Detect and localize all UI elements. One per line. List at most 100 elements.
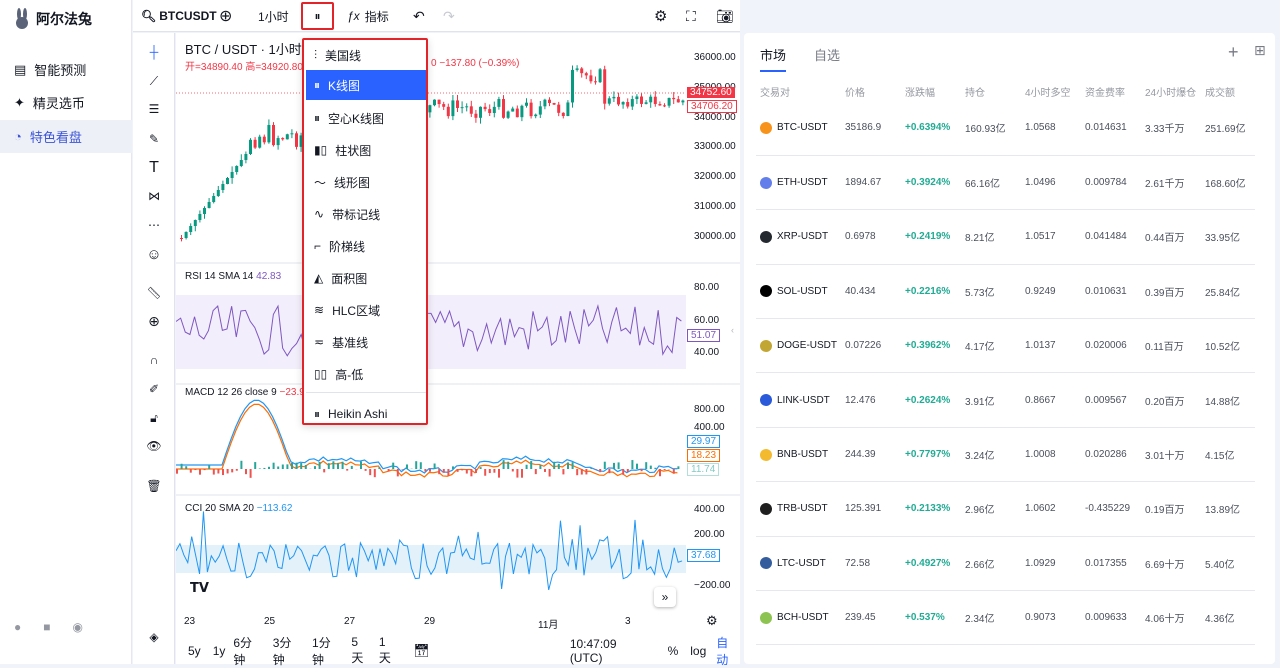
lock-tool[interactable]: 🔓︎ — [142, 406, 166, 430]
collapse-panel-button[interactable]: ‹ — [731, 325, 734, 335]
date-range-button[interactable]: 📅︎ — [413, 643, 430, 659]
column-header[interactable]: 资金费率 — [1081, 81, 1141, 101]
menu-item-high-low[interactable]: ▯▯高-低 — [306, 359, 426, 389]
log-scale-toggle[interactable]: log — [690, 644, 706, 658]
ruler-tool[interactable]: 📏︎ — [142, 281, 166, 305]
macd-histogram-bar — [544, 469, 546, 472]
zoom-tool[interactable]: ⊕ — [142, 309, 166, 333]
column-header[interactable]: 持仓 — [961, 81, 1021, 101]
table-row[interactable]: ETH-USDT1894.67+0.3924%66.16亿1.04960.009… — [756, 155, 1255, 209]
emoji-tool[interactable]: ☺ — [142, 242, 166, 266]
app-logo[interactable]: 阿尔法兔 — [12, 8, 92, 30]
macd-histogram-bar — [277, 466, 279, 469]
nav-item-coin-select[interactable]: ✦精灵选币 — [0, 86, 132, 119]
macd-histogram-bar — [470, 469, 472, 476]
price-tick: 30000.00 — [694, 231, 736, 242]
macd-histogram-bar — [194, 469, 196, 470]
table-row[interactable]: SOL-USDT40.434+0.2216%5.73亿0.92490.01063… — [756, 264, 1255, 318]
cell: 13.89亿 — [1201, 482, 1255, 536]
settings-button[interactable]: ⚙ — [654, 0, 667, 32]
nav-item-prediction[interactable]: ▤智能预测 — [0, 53, 132, 86]
grid-view-button[interactable]: ⊞ — [1254, 42, 1266, 59]
magnet-tool[interactable]: ∩ — [142, 348, 166, 372]
clock-display[interactable]: 10:47:09 (UTC) — [570, 637, 652, 665]
redo-button[interactable]: ↷ — [443, 0, 455, 32]
table-row[interactable]: BCH-USDT239.45+0.537%2.34亿0.90730.009633… — [756, 591, 1255, 645]
github-icon[interactable]: ● — [14, 620, 21, 634]
macd-histogram-bar — [498, 469, 500, 478]
menu-item-hlc-area[interactable]: ≋HLC区域 — [306, 295, 426, 325]
horizontal-lines-tool[interactable]: ☰ — [142, 97, 166, 121]
column-header[interactable]: 交易对 — [756, 81, 841, 101]
chat-icon[interactable]: ■ — [43, 620, 50, 634]
macd-histogram-bar — [227, 469, 229, 473]
lock-drawing-tool[interactable]: ✐ — [142, 377, 166, 401]
chart-settings-button[interactable]: ⚙ — [706, 613, 718, 629]
coin-icon — [760, 340, 772, 352]
chart-canvas[interactable] — [176, 33, 740, 637]
macd-histogram-bar — [530, 461, 532, 469]
menu-item-bars[interactable]: ⫶美国线 — [306, 40, 426, 70]
visibility-tool[interactable]: 👁︎ — [142, 434, 166, 458]
menu-item-line[interactable]: 〜线形图 — [306, 167, 426, 197]
tab-watchlist[interactable]: 自选 — [814, 45, 840, 72]
range-1min[interactable]: 1分钟 — [312, 634, 342, 668]
cell: +0.2216% — [901, 264, 961, 318]
column-header[interactable]: 涨跌幅 — [901, 81, 961, 101]
add-watch-button[interactable]: + — [1228, 42, 1239, 63]
fullscreen-button[interactable]: ⛶ — [686, 0, 696, 32]
nav-item-special-view[interactable]: ◔特色看盘 — [0, 120, 132, 153]
pair-cell: BCH-USDT — [756, 591, 841, 645]
table-row[interactable]: BNB-USDT244.39+0.7797%3.24亿1.00080.02028… — [756, 427, 1255, 481]
layers-tool[interactable]: ◈ — [142, 625, 166, 649]
column-header[interactable]: 成交额 — [1201, 81, 1255, 101]
menu-item-line-markers[interactable]: ∿带标记线 — [306, 199, 426, 229]
range-5y[interactable]: 5y — [188, 644, 201, 658]
brush-tool[interactable]: ✎ — [142, 127, 166, 151]
screenshot-button[interactable]: 📷︎ — [716, 0, 734, 32]
menu-item-candles[interactable]: ⏸︎K线图 — [306, 70, 426, 100]
cci-label: CCI 20 SMA 20 −113.62 — [185, 503, 292, 514]
range-3min[interactable]: 3分钟 — [273, 634, 303, 668]
range-1y[interactable]: 1y — [213, 644, 226, 658]
scroll-to-realtime-button[interactable]: » — [654, 587, 676, 607]
table-row[interactable]: TRB-USDT125.391+0.2133%2.96亿1.0602-0.435… — [756, 482, 1255, 536]
column-header[interactable]: 24小时爆仓 — [1141, 81, 1201, 101]
settings-circle-icon[interactable]: ◉ — [73, 620, 83, 634]
delete-tool[interactable]: 🗑︎ — [142, 474, 166, 498]
percent-scale-toggle[interactable]: % — [668, 644, 679, 658]
indicators-button[interactable]: ƒx指标 — [347, 0, 389, 32]
undo-button[interactable]: ↶ — [413, 0, 425, 32]
interval-button[interactable]: 1小时 — [258, 0, 289, 32]
tab-market[interactable]: 市场 — [760, 45, 786, 72]
text-tool[interactable]: T — [142, 156, 166, 180]
trendline-tool[interactable]: ⟋ — [142, 69, 166, 93]
column-header[interactable]: 4小时多空 — [1021, 81, 1081, 101]
indicators-label: 指标 — [365, 8, 389, 25]
table-row[interactable]: DOGE-USDT0.07226+0.3962%4.17亿1.01370.020… — [756, 319, 1255, 373]
table-row[interactable]: XRP-USDT0.6978+0.2419%8.21亿1.05170.04148… — [756, 210, 1255, 264]
auto-scale-toggle[interactable]: 自动 — [716, 634, 740, 668]
pair-symbol: SOL-USDT — [760, 285, 837, 297]
range-6min[interactable]: 6分钟 — [233, 634, 263, 668]
column-header[interactable]: 价格 — [841, 81, 901, 101]
menu-item-baseline[interactable]: ≂基准线 — [306, 327, 426, 357]
table-row[interactable]: LINK-USDT12.476+0.2624%3.91亿0.86670.0095… — [756, 373, 1255, 427]
menu-item-area[interactable]: ◭面积图 — [306, 263, 426, 293]
chart-area[interactable]: BTC / USDT · 1小时 · 开=34890.40 高=34920.80… — [176, 33, 740, 664]
range-5d[interactable]: 5天 — [351, 635, 369, 666]
symbol-search[interactable]: 🔍︎BTCUSDT — [141, 0, 217, 32]
chart-type-button[interactable]: ⏸︎ — [301, 2, 334, 30]
menu-item-hollow-candles[interactable]: ⏸︎空心K线图 — [306, 103, 426, 133]
range-1d[interactable]: 1天 — [379, 635, 397, 666]
crosshair-tool[interactable]: ┼ — [142, 40, 166, 64]
pattern-tool[interactable]: ⋈ — [142, 184, 166, 208]
table-row[interactable]: LTC-USDT72.58+0.4927%2.66亿1.09290.017355… — [756, 536, 1255, 590]
menu-item-heikin-ashi[interactable]: ⏸︎Heikin Ashi — [306, 399, 426, 429]
measure-lines-tool[interactable]: ⋯ — [142, 213, 166, 237]
candle-body — [428, 105, 431, 112]
add-symbol-button[interactable]: ⊕ — [219, 0, 232, 32]
menu-item-columns[interactable]: ▮▯柱状图 — [306, 135, 426, 165]
menu-item-step-line[interactable]: ⌐阶梯线 — [306, 231, 426, 261]
table-row[interactable]: BTC-USDT35186.9+0.6394%160.93亿1.05680.01… — [756, 101, 1255, 155]
